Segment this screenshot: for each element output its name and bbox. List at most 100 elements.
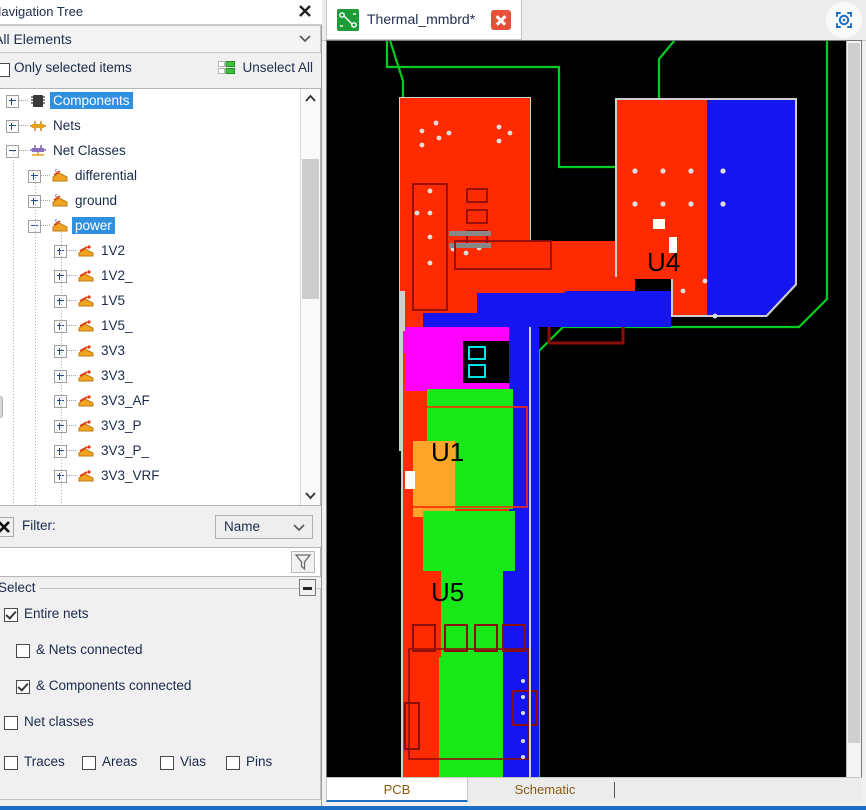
tree-node-nets[interactable]: Nets: [0, 114, 300, 139]
tree-connector: [67, 300, 76, 301]
net-leaf-icon: [77, 418, 95, 434]
checkbox-entire-nets[interactable]: [4, 608, 18, 622]
tree-scrollbar[interactable]: [300, 89, 320, 505]
tree-node-differential[interactable]: cdifferential: [0, 164, 300, 189]
tree-guide-line: [13, 151, 14, 505]
group-divider: [42, 588, 290, 589]
panel-title: Navigation Tree: [0, 4, 83, 19]
only-selected-items-checkbox[interactable]: [0, 63, 10, 77]
funnel-icon[interactable]: [291, 551, 315, 573]
editor-area: Thermal_mmbrd*: [322, 0, 866, 810]
chevron-down-icon: [299, 35, 311, 43]
select-type-label: Areas: [102, 754, 137, 769]
tree-scrollbar-thumb[interactable]: [302, 159, 319, 299]
scroll-up-button[interactable]: [301, 89, 320, 108]
close-icon[interactable]: [491, 10, 511, 30]
filter-label: Filter:: [22, 518, 56, 533]
tree-connector: [19, 125, 28, 126]
pcb-layout-view[interactable]: U4: [327, 41, 861, 779]
tree-node-1v2[interactable]: 1V2: [0, 239, 300, 264]
tree-node-label: Nets: [50, 117, 84, 134]
select-type-label: Vias: [180, 754, 206, 769]
tree-connector: [67, 350, 76, 351]
application-window: Navigation Tree All Elements Only select…: [0, 0, 866, 810]
tree-connector: [19, 150, 28, 151]
select-group: Select Entire nets& Nets connected& Comp…: [0, 588, 321, 800]
checkbox-areas[interactable]: [82, 756, 96, 770]
tab-schematic[interactable]: Schematic: [472, 778, 618, 802]
net-leaf-icon: [77, 318, 95, 334]
net-leaf-icon: [77, 468, 95, 484]
tree-node-components[interactable]: Components: [0, 89, 300, 114]
tree-node-1v5[interactable]: 1V5: [0, 289, 300, 314]
scroll-down-button[interactable]: [301, 486, 320, 505]
net-leaf-icon: [77, 443, 95, 459]
canvas-scrollbar-thumb[interactable]: [848, 43, 860, 743]
netclass-c-icon: c: [51, 168, 69, 184]
tree-node-label: ground: [72, 192, 120, 209]
select-option-label: Entire nets: [24, 606, 89, 621]
unselect-all-icon: [218, 61, 235, 75]
tree-connector: [67, 250, 76, 251]
refdes-u4: U4: [647, 247, 680, 277]
tree-node-3v3-p-[interactable]: 3V3_P_: [0, 439, 300, 464]
tree-node-1v5-[interactable]: 1V5_: [0, 314, 300, 339]
net-leaf-icon: [77, 243, 95, 259]
select-type-label: Pins: [246, 754, 272, 769]
checkbox-net-classes[interactable]: [4, 716, 18, 730]
checkbox-traces[interactable]: [4, 756, 18, 770]
tree-node-1v2-[interactable]: 1V2_: [0, 264, 300, 289]
net-leaf-icon: [77, 368, 95, 384]
document-tab-label: Thermal_mmbrd*: [367, 11, 475, 27]
net-leaf-icon: [77, 268, 95, 284]
tree-guide-line: [35, 177, 36, 505]
document-tab[interactable]: Thermal_mmbrd*: [326, 0, 522, 40]
only-selected-row: Only selected items Unselect All: [0, 56, 321, 86]
pcb-canvas-container[interactable]: U4: [326, 40, 862, 780]
expander-toggle[interactable]: [6, 95, 19, 108]
tree-guide-line: [61, 229, 62, 505]
net-icon: [29, 118, 47, 134]
checkbox-pins[interactable]: [226, 756, 240, 770]
scope-selector[interactable]: All Elements: [0, 25, 321, 53]
unselect-all-button[interactable]: Unselect All: [218, 60, 313, 75]
canvas-scrollbar[interactable]: [846, 41, 861, 779]
tree-node-net-classes[interactable]: Net Classes: [0, 139, 300, 164]
tree-connector: [67, 450, 76, 451]
tree-container: ComponentsNetsNet Classescdifferentialcg…: [0, 88, 321, 506]
tree-node-label: 1V2: [98, 242, 128, 259]
filter-row: Filter: Name: [0, 512, 321, 542]
expander-toggle[interactable]: [6, 120, 19, 133]
netclass-c-icon: c: [51, 218, 69, 234]
tree-node-3v3-vrf[interactable]: 3V3_VRF: [0, 464, 300, 489]
navigation-tree-panel: Navigation Tree All Elements Only select…: [0, 0, 322, 810]
chevron-down-icon: [293, 524, 305, 532]
tab-pcb[interactable]: PCB: [326, 778, 468, 802]
checkbox--components-connected[interactable]: [16, 680, 30, 694]
status-accent-bar: [0, 806, 866, 810]
element-tree[interactable]: ComponentsNetsNet Classescdifferentialcg…: [0, 89, 300, 505]
checkbox-vias[interactable]: [160, 756, 174, 770]
tree-connector: [19, 100, 28, 101]
tree-node-3v3[interactable]: 3V3: [0, 339, 300, 364]
tree-node-label: 1V5_: [98, 317, 136, 334]
tree-node-label: 3V3_AF: [98, 392, 153, 409]
tree-node-3v3-af[interactable]: 3V3_AF: [0, 389, 300, 414]
tree-node-3v3-[interactable]: 3V3_: [0, 364, 300, 389]
tree-node-label: 3V3_P: [98, 417, 145, 434]
tree-node-3v3-p[interactable]: 3V3_P: [0, 414, 300, 439]
tree-node-ground[interactable]: cground: [0, 189, 300, 214]
close-icon[interactable]: [296, 2, 314, 20]
filter-input[interactable]: [4, 552, 268, 574]
tree-node-label: Components: [50, 92, 133, 109]
net-leaf-icon: [77, 293, 95, 309]
panel-splitter-handle[interactable]: [0, 396, 3, 418]
clear-filter-icon[interactable]: [0, 517, 14, 537]
filter-mode-select[interactable]: Name: [215, 515, 313, 539]
tree-connector: [41, 225, 50, 226]
checkbox--nets-connected[interactable]: [16, 644, 30, 658]
tree-node-power[interactable]: cpower: [0, 214, 300, 239]
netclass-c-icon: c: [51, 193, 69, 209]
focus-target-icon[interactable]: [826, 2, 862, 38]
collapse-group-button[interactable]: [299, 579, 316, 596]
